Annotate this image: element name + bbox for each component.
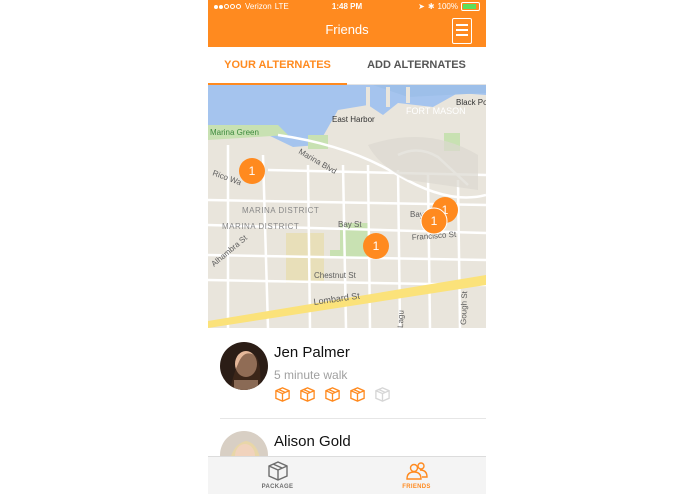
nav-header: Verizon LTE 1:48 PM ➤ ✱ 100% Friends: [208, 0, 486, 47]
map-pin[interactable]: 1: [363, 233, 389, 259]
tab-package-label: PACKAGE: [261, 484, 294, 490]
status-right: ➤ ✱ 100%: [418, 2, 480, 11]
list-icon: [456, 24, 468, 26]
battery-percent: 100%: [437, 2, 458, 11]
bottom-tab-bar: PACKAGE FRIENDS: [208, 456, 486, 494]
map-pin-count: 1: [249, 164, 256, 178]
friend-name: Jen Palmer: [274, 344, 350, 361]
segmented-tabs: YOUR ALTERNATES ADD ALTERNATES: [208, 47, 486, 85]
tab-package[interactable]: PACKAGE: [208, 457, 347, 494]
tab-friends[interactable]: FRIENDS: [347, 457, 486, 494]
status-bar: Verizon LTE 1:48 PM ➤ ✱ 100%: [208, 0, 486, 14]
map-pin-count: 1: [431, 214, 438, 228]
list-icon-line: [456, 34, 468, 36]
map-label-bay-st: Bay St: [338, 220, 362, 229]
map-view[interactable]: FORT MASON Black Po East Harbor Marina G…: [208, 85, 486, 328]
tab-friends-label: FRIENDS: [402, 484, 431, 490]
bluetooth-icon: ✱: [427, 2, 435, 11]
friend-row[interactable]: Jen Palmer 5 minute walk: [220, 330, 486, 419]
map-label-gough: Gough St: [459, 290, 469, 325]
list-view-button[interactable]: [452, 18, 472, 44]
location-icon: ➤: [418, 2, 425, 11]
list-icon-line: [456, 29, 468, 31]
package-icon: [350, 387, 365, 402]
tab-add-alternates[interactable]: ADD ALTERNATES: [347, 47, 486, 84]
friend-distance: 5 minute walk: [274, 368, 348, 382]
friend-name: Alison Gold: [274, 433, 351, 450]
map-pin[interactable]: 1: [420, 207, 448, 235]
map-label-marina-district-2: MARINA DISTRICT: [222, 222, 299, 231]
page-title: Friends: [325, 22, 369, 37]
map-label-black-point: Black Po: [456, 98, 486, 107]
app-screen: Verizon LTE 1:48 PM ➤ ✱ 100% Friends YOU…: [208, 0, 486, 494]
package-icon: [275, 387, 290, 402]
map-label-marina-district: MARINA DISTRICT: [242, 206, 319, 215]
friends-icon: [405, 462, 428, 480]
map-label-east-harbor: East Harbor: [332, 115, 375, 124]
map-label-chestnut: Chestnut St: [314, 271, 357, 280]
tab-your-alternates[interactable]: YOUR ALTERNATES: [208, 47, 347, 85]
map-pin-count: 1: [373, 239, 380, 253]
avatar: [220, 342, 268, 390]
package-icon: [267, 461, 288, 481]
map-pin[interactable]: 1: [239, 158, 265, 184]
package-icon: [325, 387, 340, 402]
package-icon: [300, 387, 315, 402]
map-label-laguna: Lagu: [396, 310, 406, 328]
package-capacity: [274, 386, 391, 403]
package-empty-icon: [375, 387, 390, 402]
battery-icon: [461, 2, 480, 11]
map-label-marina-green: Marina Green: [210, 128, 259, 137]
map-label-fort-mason: FORT MASON: [406, 106, 466, 116]
